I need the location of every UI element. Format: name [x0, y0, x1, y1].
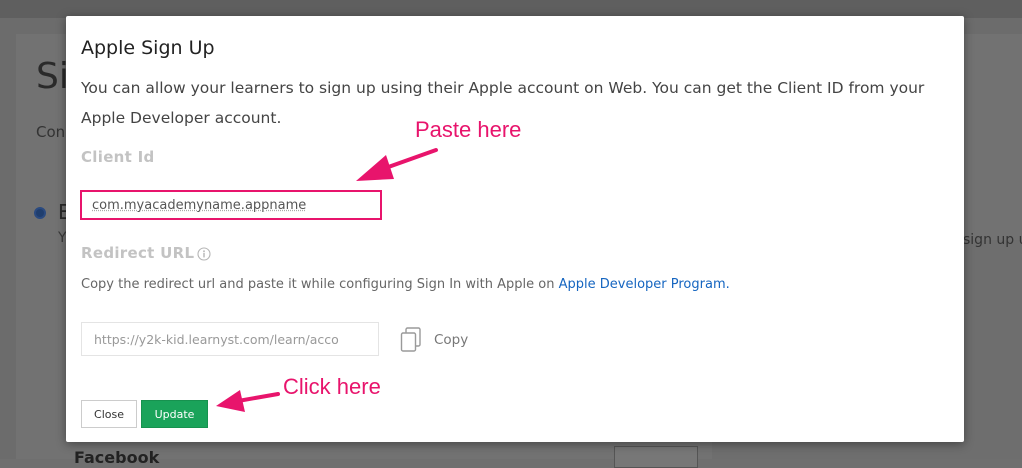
copy-label: Copy: [434, 332, 469, 348]
copy-icon: [400, 327, 421, 352]
background-title: Si: [36, 56, 69, 97]
close-button[interactable]: Close: [81, 400, 137, 428]
annotation-arrow-click: [216, 390, 280, 412]
background-facebook-label: Facebook: [74, 448, 160, 467]
redirect-url-label: Redirect URL: [81, 244, 195, 262]
background-right-text: sign up u: [963, 232, 1022, 248]
redirect-url-input[interactable]: [81, 322, 379, 356]
client-id-input[interactable]: [80, 190, 382, 220]
info-circle-icon[interactable]: [197, 247, 211, 261]
modal-title: Apple Sign Up: [81, 37, 215, 59]
annotation-click-here: Click here: [283, 374, 381, 399]
redirect-url-description: Copy the redirect url and paste it while…: [81, 277, 730, 292]
background-facebook-button: [614, 446, 698, 468]
client-id-label: Client Id: [81, 148, 155, 166]
annotation-arrow-paste: [356, 148, 438, 181]
background-radio: [34, 207, 46, 219]
copy-button[interactable]: Copy: [400, 325, 468, 355]
background-subtitle: Con: [36, 123, 66, 141]
apple-signup-modal: Apple Sign Up You can allow your learner…: [66, 16, 964, 442]
update-button[interactable]: Update: [141, 400, 208, 428]
apple-developer-program-link[interactable]: Apple Developer Program.: [559, 277, 730, 292]
redirect-desc-text: Copy the redirect url and paste it while…: [81, 277, 555, 292]
